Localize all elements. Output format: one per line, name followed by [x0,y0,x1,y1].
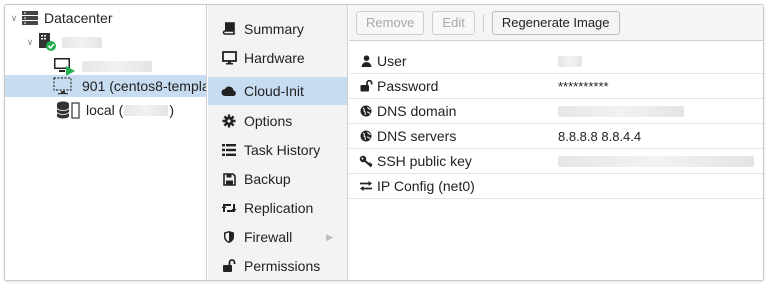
menu-item-options[interactable]: Options [208,107,347,135]
row-key: DNS servers [377,128,457,144]
tree-item-datacenter[interactable]: ∨ Datacenter [5,7,206,29]
edit-button[interactable]: Edit [432,10,475,35]
tree-item-label: Datacenter [44,10,113,26]
menu-item-permissions[interactable]: Permissions [208,252,347,280]
vm-name-redacted [82,60,152,72]
node-online-icon [37,32,57,52]
unlock-icon [359,80,373,92]
resource-tree: ∨ Datacenter ∨ 901 (centos8-template [5,5,207,280]
menu-item-cloud-init[interactable]: Cloud-Init [208,77,347,105]
user-value-redacted [558,55,582,67]
toolbar-separator [482,13,484,32]
storage-icon [55,100,81,120]
template-icon [53,77,77,95]
menu-item-label: Cloud-Init [244,83,304,99]
globe-icon [359,130,373,142]
retweet-icon [221,200,237,216]
row-key: SSH public key [377,153,472,169]
row-key: DNS domain [377,103,457,119]
cloudinit-row-password[interactable]: Password ********** [349,74,763,99]
menu-item-label: Hardware [244,50,305,66]
cloudinit-row-ssh-key[interactable]: SSH public key [349,149,763,174]
book-icon [221,21,237,37]
remove-button[interactable]: Remove [356,10,425,35]
chevron-down-icon[interactable]: ∨ [25,37,35,48]
menu-item-label: Options [244,113,293,129]
tree-item-template[interactable]: 901 (centos8-template [5,75,206,97]
menu-item-label: Task History [244,142,321,158]
cloud-init-panel: Remove Edit Regenerate Image User Passwo… [349,5,763,280]
chevron-down-icon[interactable]: ∨ [9,13,19,24]
tree-item-node[interactable]: ∨ [5,31,206,53]
tree-item-storage[interactable]: local ( ) [5,99,206,121]
tree-item-label: local ( [86,102,124,118]
menu-item-backup[interactable]: Backup [208,165,347,193]
cloudinit-row-dns-domain[interactable]: DNS domain [349,99,763,124]
unlock-icon [221,258,237,274]
row-value: 8.8.8.8 8.8.4.4 [558,128,642,144]
menu-item-label: Summary [244,21,304,37]
tree-item-vm[interactable] [5,55,206,77]
user-icon [359,55,373,67]
vm-running-icon [53,56,77,76]
menu-item-summary[interactable]: Summary [208,15,347,43]
menu-item-replication[interactable]: Replication [208,194,347,222]
ssh-key-value-redacted [558,155,754,167]
globe-icon [359,105,373,117]
row-key: IP Config (net0) [377,178,475,194]
toolbar: Remove Edit Regenerate Image [349,5,763,41]
row-key: Password [377,78,439,94]
menu-item-label: Firewall [244,229,293,245]
dns-domain-value-redacted [558,105,684,117]
menu-item-firewall[interactable]: Firewall ▶ [208,223,347,251]
gear-icon [221,113,237,129]
storage-name-redacted [124,104,169,116]
menu-item-label: Replication [244,200,314,216]
node-name-redacted [62,36,102,48]
monitor-icon [221,50,237,66]
cloudinit-row-dns-servers[interactable]: DNS servers 8.8.8.8 8.8.4.4 [349,124,763,149]
menu-item-hardware[interactable]: Hardware [208,44,347,72]
tree-item-label: 901 (centos8-template [82,78,206,94]
tree-item-label-suffix: ) [169,102,175,118]
cloudinit-row-user[interactable]: User [349,49,763,74]
key-icon [359,155,373,167]
menu-item-label: Permissions [244,258,321,274]
proxmox-window: ∨ Datacenter ∨ 901 (centos8-template [4,4,764,281]
regenerate-image-button[interactable]: Regenerate Image [491,10,620,35]
vm-config-menu: Summary Hardware Cloud-Init Options Task [208,5,348,280]
list-icon [221,142,237,158]
chevron-right-icon[interactable]: ▶ [326,232,333,243]
exchange-icon [359,180,373,192]
menu-item-label: Backup [244,171,291,187]
cloud-icon [221,83,237,99]
shield-icon [221,229,237,245]
menu-item-task-history[interactable]: Task History [208,136,347,164]
row-key: User [377,53,407,69]
server-rack-icon [21,10,39,26]
floppy-icon [221,171,237,187]
row-value: ********** [558,78,609,94]
cloudinit-row-ip-config[interactable]: IP Config (net0) [349,174,763,199]
